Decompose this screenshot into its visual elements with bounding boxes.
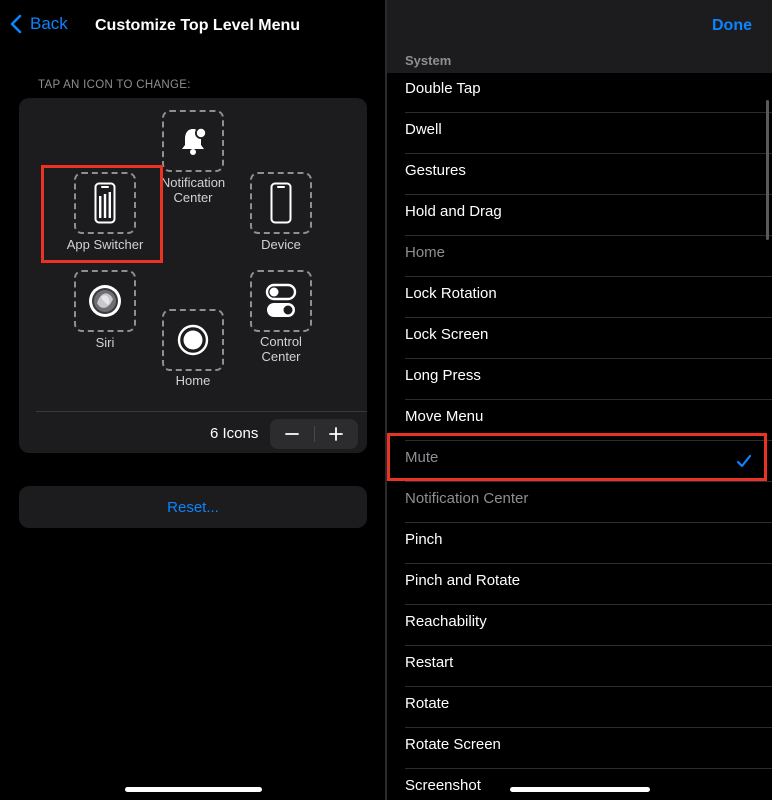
list-item-label: Long Press: [405, 367, 481, 384]
list-item[interactable]: Pinch and Rotate: [387, 564, 772, 605]
mute-highlight: [387, 433, 767, 481]
back-button[interactable]: Back: [10, 14, 68, 34]
list-item-label: Double Tap: [405, 80, 481, 97]
back-label: Back: [30, 14, 68, 33]
section-label: TAP AN ICON TO CHANGE:: [38, 79, 191, 91]
slot-label-device: Device: [226, 237, 336, 252]
list-item-label: Gestures: [405, 162, 466, 179]
list-item[interactable]: Dwell: [387, 113, 772, 154]
slot-label-text: Device: [261, 237, 301, 252]
slot-label-control-center: Control Center: [226, 334, 336, 364]
home-indicator: [125, 787, 262, 792]
device-icon: [270, 182, 292, 224]
home-icon: [177, 324, 209, 356]
slot-label-home: Home: [138, 373, 248, 388]
increase-icons-button[interactable]: [315, 419, 359, 449]
list-item[interactable]: Lock Rotation: [387, 277, 772, 318]
plus-icon: [329, 427, 344, 441]
list-item-label: Lock Rotation: [405, 285, 497, 302]
list-item-label: Hold and Drag: [405, 203, 502, 220]
list-item[interactable]: Restart: [387, 646, 772, 687]
control-center-icon: [265, 283, 297, 317]
icon-count-stepper: [270, 419, 358, 449]
list-item[interactable]: Gestures: [387, 154, 772, 195]
list-item[interactable]: Rotate: [387, 687, 772, 728]
list-item-label: Home: [405, 244, 446, 261]
list-item-label: Notification Center: [405, 490, 529, 507]
nav-bar: Done: [387, 0, 772, 48]
bell-icon: [182, 127, 207, 155]
minus-icon: [284, 433, 299, 435]
list-item[interactable]: Rotate Screen: [387, 728, 772, 769]
slot-label-text: Home: [175, 373, 211, 388]
list-item-label: Pinch and Rotate: [405, 572, 521, 589]
slot-notification-center[interactable]: [162, 110, 224, 172]
slot-label-siri: Siri: [50, 335, 160, 350]
scroll-indicator[interactable]: [766, 100, 769, 240]
chevron-left-icon: [10, 14, 22, 34]
action-picker-screen: Done System Double Tap Dwell Gestures Hold …: [387, 0, 772, 800]
slot-siri[interactable]: [74, 270, 136, 332]
list-item[interactable]: Long Press: [387, 359, 772, 400]
list-item-label: Rotate Screen: [405, 736, 501, 753]
slot-label-text: Control Center: [260, 334, 302, 364]
siri-icon: [89, 285, 121, 317]
app-switcher-highlight: [41, 165, 163, 263]
group-header-label: System: [405, 53, 452, 68]
slot-control-center[interactable]: [250, 270, 312, 332]
list-item[interactable]: Pinch: [387, 523, 772, 564]
list-item[interactable]: Lock Screen: [387, 318, 772, 359]
icon-count-label: 6 Icons: [210, 425, 259, 442]
list-item: Notification Center: [387, 482, 772, 523]
list-item[interactable]: Double Tap: [387, 72, 772, 113]
slot-device[interactable]: [250, 172, 312, 234]
list-item-label: Dwell: [405, 121, 442, 138]
list-item-label: Screenshot: [405, 777, 481, 794]
list-item-label: Move Menu: [405, 408, 484, 425]
list-item-label: Pinch: [405, 531, 443, 548]
divider: [36, 411, 367, 412]
list-item-label: Reachability: [405, 613, 487, 630]
customize-menu-screen: Back Customize Top Level Menu TAP AN ICO…: [0, 0, 385, 800]
list-item-label: Rotate: [405, 695, 450, 712]
reset-button[interactable]: Reset...: [19, 486, 367, 528]
list-item: Home: [387, 236, 772, 277]
home-indicator: [510, 787, 650, 792]
list-item[interactable]: Hold and Drag: [387, 195, 772, 236]
decrease-icons-button[interactable]: [270, 419, 314, 449]
done-button[interactable]: Done: [712, 17, 752, 35]
slot-home[interactable]: [162, 309, 224, 371]
slot-label-text: Siri: [95, 335, 115, 350]
list-item-label: Lock Screen: [405, 326, 489, 343]
group-header: System: [387, 48, 772, 73]
list-item-label: Restart: [405, 654, 454, 671]
slot-label-text: Notification Center: [160, 175, 226, 205]
list-item[interactable]: Reachability: [387, 605, 772, 646]
page-title: Customize Top Level Menu: [95, 17, 301, 34]
list-item[interactable]: Screenshot: [387, 769, 772, 800]
icon-layout-card: Notification Center App Switcher Device: [19, 98, 367, 453]
